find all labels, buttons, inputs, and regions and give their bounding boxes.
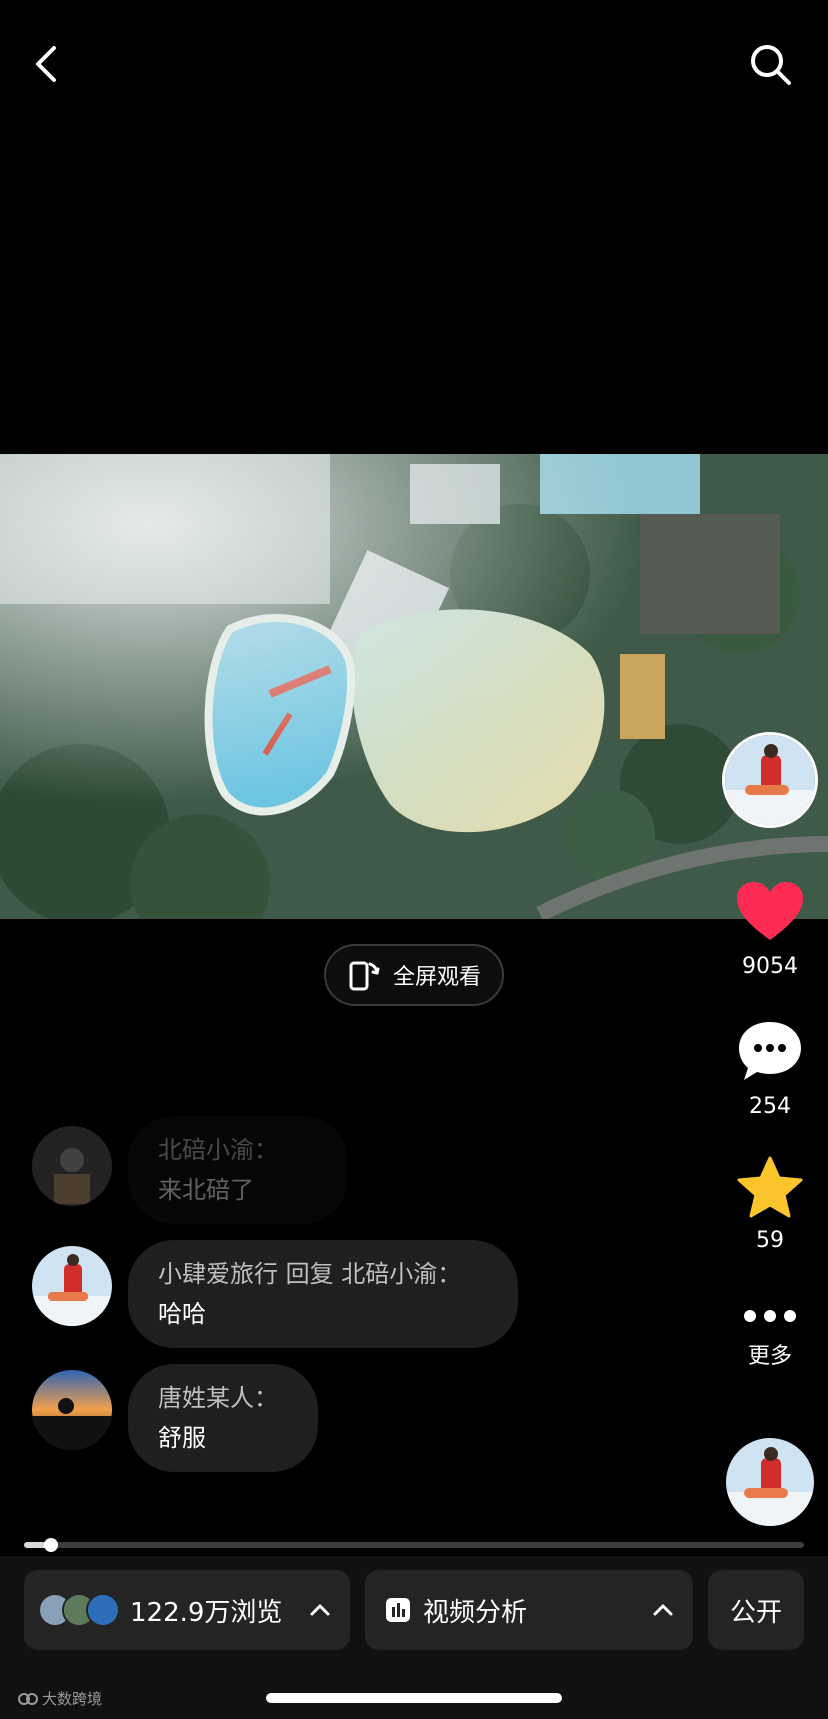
avatar — [32, 1126, 112, 1206]
search-button[interactable] — [746, 40, 796, 90]
avatar-image — [726, 1438, 814, 1526]
watermark-text: 大数跨境 — [42, 1690, 103, 1708]
favorite-count: 59 — [756, 1228, 784, 1253]
favorite-action[interactable]: 59 — [720, 1156, 820, 1253]
watermark-logo-icon — [18, 1692, 38, 1705]
comment-count: 254 — [749, 1094, 791, 1119]
video-player[interactable] — [0, 454, 828, 919]
chart-icon — [386, 1598, 410, 1622]
fullscreen-button[interactable]: 全屏观看 — [324, 944, 504, 1006]
back-button[interactable] — [26, 40, 66, 88]
star-icon — [737, 1156, 803, 1218]
more-icon — [744, 1310, 796, 1322]
viewer-avatars — [38, 1593, 120, 1627]
comment-icon — [739, 1022, 801, 1080]
avatar-image — [725, 735, 815, 825]
more-action[interactable]: 更多 — [720, 1304, 820, 1370]
comment-author: 小肆爱旅行 回复 北碚小渝： — [158, 1260, 462, 1288]
progress-thumb[interactable] — [44, 1538, 59, 1552]
analysis-label: 视频分析 — [423, 1597, 528, 1628]
comment-author: 北碚小渝： — [158, 1136, 278, 1164]
video-analysis-button[interactable]: 视频分析 — [365, 1570, 693, 1650]
like-count: 9054 — [742, 954, 798, 979]
progress-track[interactable] — [24, 1542, 804, 1548]
author-avatar[interactable] — [722, 732, 818, 828]
chevron-up-icon — [310, 1604, 330, 1616]
watermark: 大数跨境 — [18, 1688, 102, 1709]
more-label: 更多 — [747, 1344, 792, 1369]
avatar — [32, 1246, 112, 1326]
views-button[interactable]: 122.9万浏览 — [24, 1570, 350, 1650]
fullscreen-label: 全屏观看 — [392, 965, 481, 990]
avatar — [86, 1593, 120, 1627]
avatar — [32, 1370, 112, 1450]
comment-action[interactable]: 254 — [720, 1018, 820, 1119]
aerial-waterpark-image — [0, 454, 828, 919]
comment-text: 哈哈 — [158, 1300, 206, 1328]
search-icon — [751, 45, 791, 85]
home-indicator — [266, 1693, 562, 1703]
visibility-label: 公开 — [729, 1597, 782, 1628]
heart-icon — [737, 882, 803, 940]
fullscreen-icon — [349, 961, 380, 991]
like-action[interactable]: 9054 — [720, 880, 820, 979]
music-avatar[interactable] — [726, 1438, 814, 1526]
visibility-button[interactable]: 公开 — [708, 1570, 804, 1650]
comment-author: 唐姓某人： — [158, 1384, 278, 1412]
back-icon — [36, 46, 56, 82]
comment-text: 来北碚了 — [158, 1176, 254, 1204]
comment-text: 舒服 — [158, 1424, 206, 1452]
views-label: 122.9万浏览 — [130, 1597, 283, 1628]
chevron-up-icon — [653, 1604, 673, 1616]
